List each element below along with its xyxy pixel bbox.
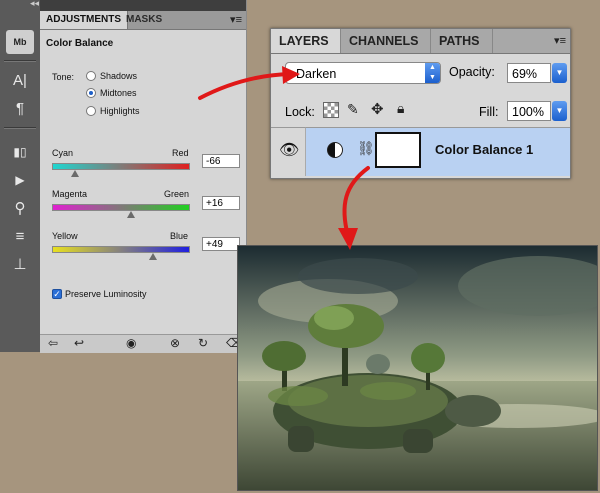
arrow-head-icon	[338, 228, 358, 250]
annotation-arrows	[198, 66, 370, 250]
arrow-head-icon	[282, 66, 300, 84]
red-arrow-icon	[198, 72, 292, 100]
red-arrow-icon	[342, 166, 370, 238]
